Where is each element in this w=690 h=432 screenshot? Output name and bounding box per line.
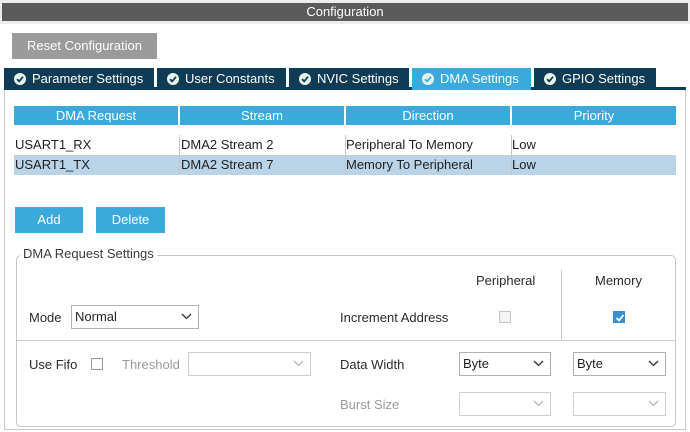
chevron-down-icon [648, 360, 659, 367]
window-titlebar: Configuration [0, 0, 690, 24]
tab-user-constants[interactable]: User Constants [157, 68, 286, 90]
row-divider [17, 340, 675, 341]
cell-priority: Low [512, 137, 536, 152]
mode-label: Mode [29, 310, 62, 325]
check-circle-icon [167, 73, 179, 85]
peripheral-burst-size-select[interactable] [459, 392, 551, 416]
check-circle-icon [14, 73, 26, 85]
tab-bar: Parameter Settings User Constants NVIC S… [0, 68, 690, 90]
peripheral-data-width-select[interactable]: Byte [459, 352, 551, 376]
tab-label: NVIC Settings [317, 71, 399, 86]
tab-parameter-settings[interactable]: Parameter Settings [4, 68, 154, 90]
column-label-peripheral: Peripheral [476, 273, 536, 288]
tab-label: DMA Settings [440, 71, 519, 86]
cell-priority: Low [512, 157, 536, 172]
column-divider [511, 135, 512, 175]
increment-address-label: Increment Address [340, 310, 449, 325]
data-width-label: Data Width [340, 357, 405, 372]
chevron-down-icon [648, 400, 659, 407]
check-circle-icon [544, 73, 556, 85]
tab-nvic-settings[interactable]: NVIC Settings [289, 68, 409, 90]
column-header-dma-request[interactable]: DMA Request [14, 106, 178, 125]
chevron-down-icon [533, 360, 544, 367]
peripheral-data-width-value: Byte [463, 356, 490, 371]
burst-size-label: Burst Size [340, 397, 400, 412]
cell-dma-request: USART1_RX [15, 137, 92, 152]
memory-data-width-select[interactable]: Byte [573, 352, 666, 376]
use-fifo-checkbox[interactable] [91, 358, 103, 370]
delete-button[interactable]: Delete [96, 207, 165, 233]
tab-gpio-settings[interactable]: GPIO Settings [534, 68, 656, 90]
column-divider [561, 270, 562, 340]
tab-dma-settings[interactable]: DMA Settings [412, 68, 531, 90]
column-label-memory: Memory [595, 273, 642, 288]
column-divider [345, 135, 346, 175]
add-button[interactable]: Add [15, 207, 83, 233]
cell-direction: Memory To Peripheral [346, 157, 473, 172]
mode-select[interactable]: Normal [71, 305, 199, 329]
column-header-direction[interactable]: Direction [346, 106, 510, 125]
peripheral-increment-checkbox[interactable] [499, 311, 511, 323]
memory-data-width-value: Byte [577, 356, 604, 371]
threshold-select[interactable] [188, 352, 311, 376]
memory-burst-size-select[interactable] [573, 392, 666, 416]
use-fifo-label: Use Fifo [29, 357, 78, 372]
mode-value: Normal [75, 309, 117, 324]
group-title: DMA Request Settings [20, 246, 157, 262]
chevron-down-icon [181, 313, 192, 320]
reset-configuration-button[interactable]: Reset Configuration [12, 33, 157, 59]
column-divider [179, 135, 180, 175]
chevron-down-icon [533, 400, 544, 407]
check-icon [615, 314, 625, 322]
window-title: Configuration [2, 3, 688, 21]
tab-label: User Constants [185, 71, 275, 86]
cell-stream: DMA2 Stream 7 [181, 157, 274, 172]
tab-label: GPIO Settings [562, 71, 646, 86]
threshold-label: Threshold [122, 357, 180, 372]
chevron-down-icon [293, 360, 304, 367]
cell-dma-request: USART1_TX [15, 157, 90, 172]
column-header-stream[interactable]: Stream [180, 106, 344, 125]
check-circle-icon [299, 73, 311, 85]
check-circle-icon [422, 73, 434, 85]
column-header-priority[interactable]: Priority [512, 106, 676, 125]
memory-increment-checkbox[interactable] [613, 311, 625, 323]
cell-stream: DMA2 Stream 2 [181, 137, 274, 152]
cell-direction: Peripheral To Memory [346, 137, 473, 152]
tab-label: Parameter Settings [32, 71, 144, 86]
